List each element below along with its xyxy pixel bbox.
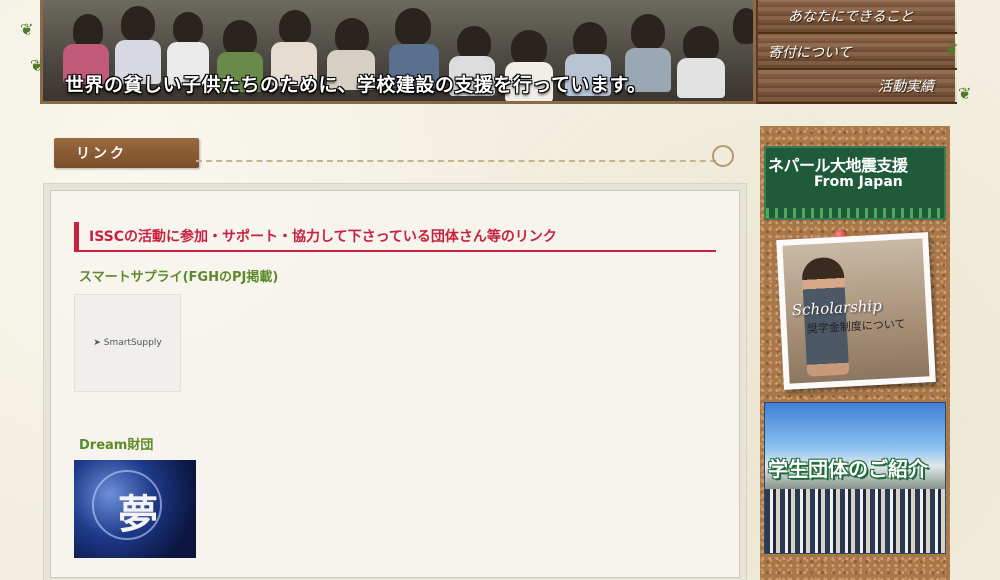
students-group-photo — [765, 489, 945, 553]
header-nav: あなたにできること 寄付について 活動実績 — [756, 0, 957, 104]
smartsupply-logo-link[interactable]: ➤ SmartSupply — [74, 294, 181, 392]
student-groups-label: 学生団体のご紹介 — [768, 457, 928, 481]
nav-item-donation[interactable]: 寄付について — [758, 36, 957, 70]
nav-item-label: 寄付について — [768, 45, 852, 61]
panel-heading-text: ISSCの活動に参加・サポート・協力して下さっている団体さん等のリンク — [89, 229, 557, 245]
ribbon-curl-icon — [712, 145, 734, 167]
scholarship-banner[interactable]: Scholarship 奨学金制度について — [776, 232, 936, 390]
student-groups-banner[interactable]: 学生団体のご紹介 — [764, 402, 946, 554]
site-header: 世界の貧しい子供たちのために、学校建設の支援を行っています。 あなたにできること… — [20, 0, 971, 105]
link-title-smartsupply[interactable]: スマートサプライ(FGHのPJ掲載) — [79, 266, 278, 285]
ivy-leaf-icon: ❦ — [30, 56, 44, 75]
ivy-leaf-icon: ❦ — [20, 20, 34, 39]
ribbon-divider — [196, 160, 716, 162]
smartsupply-logo: ➤ SmartSupply — [93, 338, 162, 348]
header-slogan: 世界の貧しい子供たちのために、学校建設の支援を行っています。 — [65, 74, 647, 96]
nepal-banner-subtitle: From Japan — [814, 174, 903, 190]
scholarship-title: Scholarship — [791, 296, 883, 320]
content-panel: ISSCの活動に参加・サポート・協力して下さっている団体さん等のリンク スマート… — [44, 184, 746, 580]
send-arrow-icon: ➤ — [93, 338, 101, 348]
header-photo: 世界の貧しい子供たちのために、学校建設の支援を行っています。 — [40, 0, 756, 104]
ivy-leaf-icon: ❦ — [958, 84, 972, 103]
dream-logo-kanji: 夢 — [118, 491, 158, 538]
sidebar-corkboard: ネパール大地震支援 From Japan Scholarship 奨学金制度につ… — [760, 126, 950, 580]
scholarship-photo: Scholarship 奨学金制度について — [782, 238, 930, 384]
ivy-leaf-icon: ❦ — [945, 40, 959, 59]
section-ribbon: リンク — [54, 138, 199, 168]
grass-decoration — [766, 208, 944, 218]
dream-banner-link[interactable]: 夢 — [74, 460, 196, 558]
nav-item-activities[interactable]: 活動実績 — [758, 70, 957, 104]
nav-item-what-you-can-do[interactable]: あなたにできること — [758, 0, 957, 34]
nepal-banner-title: ネパール大地震支援 — [768, 156, 908, 175]
nav-item-label: あなたにできること — [788, 9, 914, 25]
panel-heading: ISSCの活動に参加・サポート・協力して下さっている団体さん等のリンク — [74, 222, 716, 252]
nepal-earthquake-banner[interactable]: ネパール大地震支援 From Japan — [764, 146, 946, 220]
nav-item-label: 活動実績 — [878, 79, 934, 95]
section-ribbon-label: リンク — [76, 146, 127, 162]
link-title-dream[interactable]: Dream財団 — [79, 434, 153, 453]
